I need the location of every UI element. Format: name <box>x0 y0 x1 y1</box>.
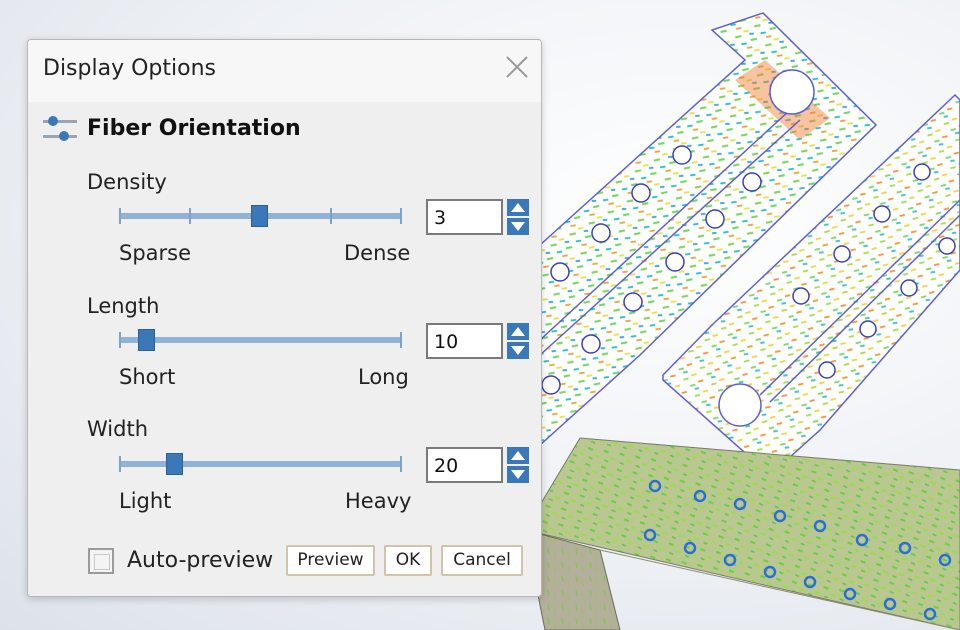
section-title: Fiber Orientation <box>87 116 301 141</box>
slider-track[interactable] <box>119 461 401 467</box>
slider-tick <box>119 332 121 348</box>
slider-track[interactable] <box>119 337 401 343</box>
slider-tick <box>400 332 402 348</box>
length-min-label: Short <box>119 365 176 389</box>
density-min-label: Sparse <box>119 241 192 265</box>
ok-button[interactable]: OK <box>384 545 432 576</box>
slider-tick <box>330 208 332 224</box>
density-label: Density <box>87 170 167 194</box>
density-increment-button[interactable] <box>507 199 529 216</box>
width-label: Width <box>87 417 149 441</box>
display-options-dialog: Display Options Fiber Orientation Densit… <box>27 39 542 597</box>
fiber-block-3d <box>524 437 960 630</box>
length-value-field[interactable]: 10 <box>426 323 503 359</box>
density-decrement-button[interactable] <box>507 218 529 235</box>
dialog-title: Display Options <box>43 56 216 81</box>
slider-tick <box>119 456 121 472</box>
slider-thumb[interactable] <box>138 329 155 351</box>
width-value-field[interactable]: 20 <box>426 447 503 483</box>
preview-button[interactable]: Preview <box>286 545 375 576</box>
dialog-titlebar[interactable]: Display Options <box>28 40 541 102</box>
width-increment-button[interactable] <box>507 447 529 464</box>
width-max-label: Heavy <box>345 489 412 513</box>
slider-tick <box>119 208 121 224</box>
length-label: Length <box>87 294 160 318</box>
sliders-icon <box>43 114 77 144</box>
slider-tick <box>400 208 402 224</box>
cancel-button[interactable]: Cancel <box>441 545 523 576</box>
width-min-label: Light <box>119 489 172 513</box>
slider-tick <box>400 456 402 472</box>
density-max-label: Dense <box>344 241 411 265</box>
slider-thumb[interactable] <box>166 453 183 475</box>
auto-preview-label[interactable]: Auto-preview <box>127 548 273 573</box>
close-icon[interactable] <box>503 53 531 81</box>
length-decrement-button[interactable] <box>507 342 529 359</box>
auto-preview-checkbox[interactable] <box>88 548 114 574</box>
slider-thumb[interactable] <box>251 205 268 227</box>
width-decrement-button[interactable] <box>507 466 529 483</box>
slider-tick <box>189 208 191 224</box>
length-max-label: Long <box>358 365 409 389</box>
length-increment-button[interactable] <box>507 323 529 340</box>
density-value-field[interactable]: 3 <box>426 199 503 235</box>
